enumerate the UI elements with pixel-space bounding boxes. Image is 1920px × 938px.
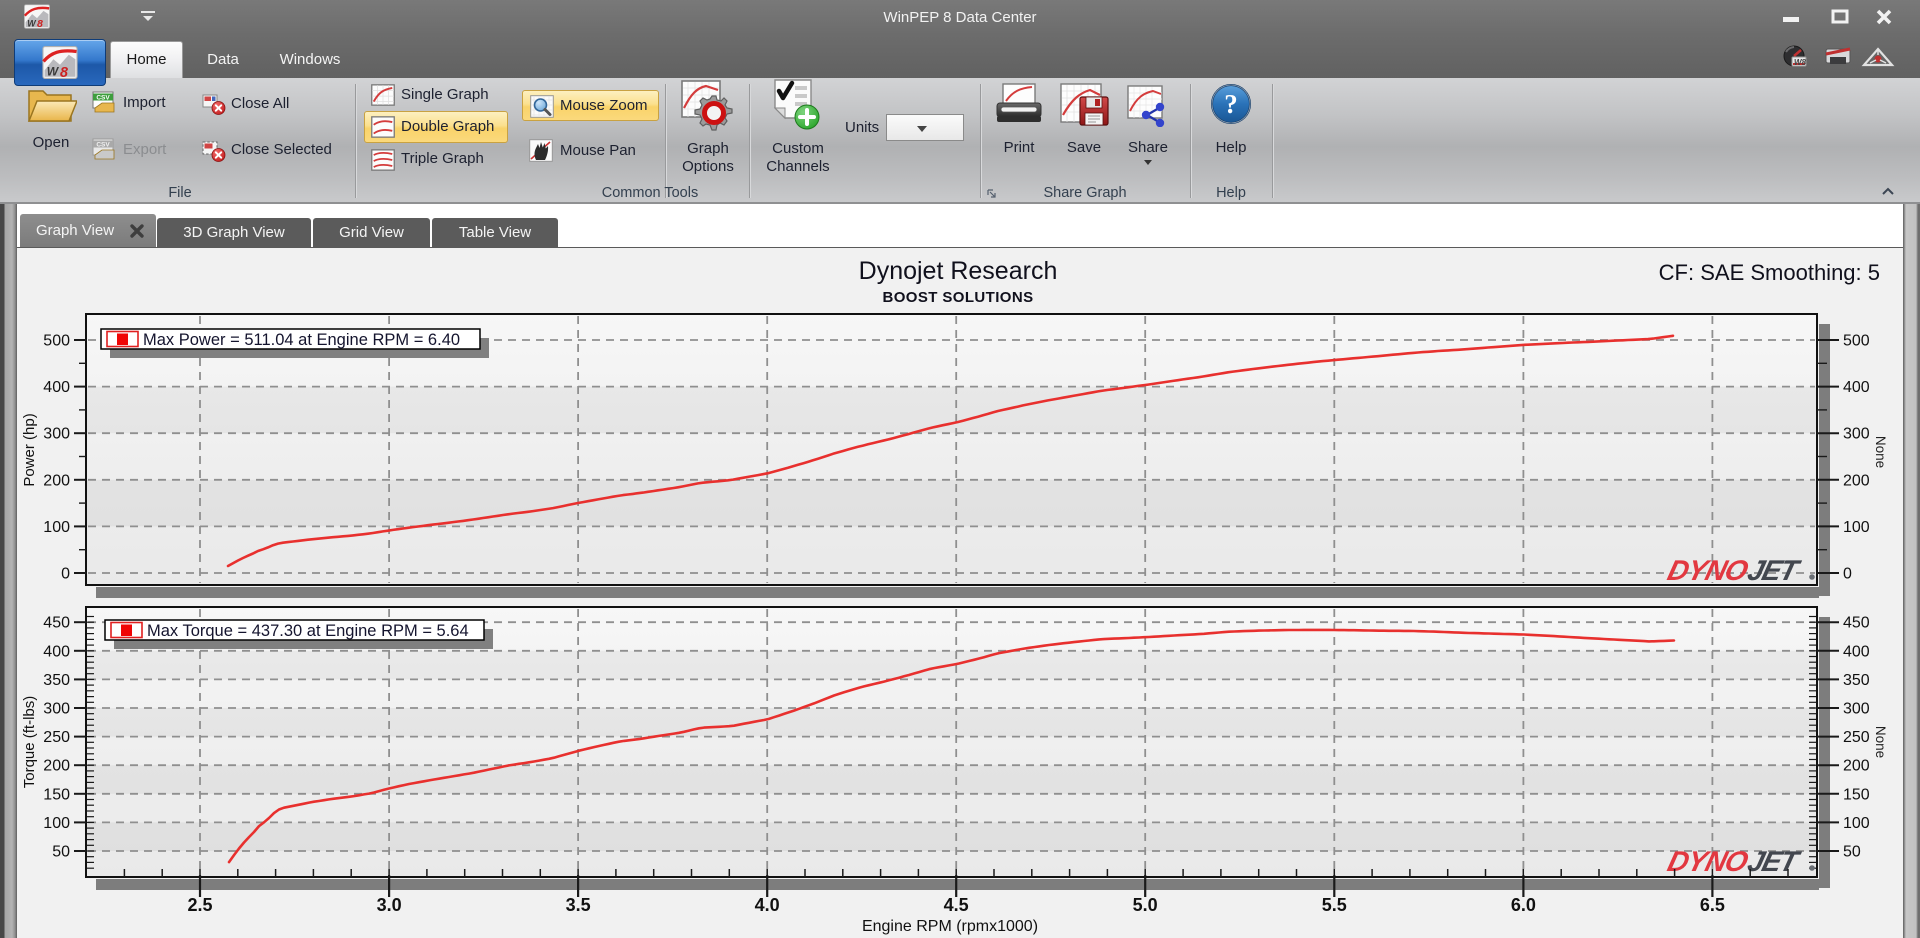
svg-text:4.5: 4.5: [944, 895, 969, 915]
svg-text:DYNO: DYNO: [1664, 846, 1752, 878]
svg-text:None: None: [1873, 436, 1888, 468]
svg-text:6.0: 6.0: [1511, 895, 1536, 915]
svg-text:2.5: 2.5: [187, 895, 212, 915]
svg-text:100: 100: [1843, 519, 1870, 536]
svg-text:5.5: 5.5: [1322, 895, 1347, 915]
svg-text:DYNO: DYNO: [1664, 555, 1752, 587]
svg-text:200: 200: [43, 758, 70, 775]
svg-text:Max Torque = 437.30 at Engine: Max Torque = 437.30 at Engine RPM = 5.64: [147, 622, 469, 640]
svg-text:100: 100: [1843, 815, 1870, 832]
svg-text:350: 350: [43, 672, 70, 689]
svg-text:CF: SAE Smoothing: 5: CF: SAE Smoothing: 5: [1659, 260, 1880, 285]
svg-text:BOOST SOLUTIONS: BOOST SOLUTIONS: [882, 289, 1033, 306]
svg-text:Engine RPM (rpmx1000): Engine RPM (rpmx1000): [862, 918, 1038, 935]
svg-text:450: 450: [43, 615, 70, 632]
svg-text:500: 500: [43, 333, 70, 350]
svg-text:400: 400: [43, 379, 70, 396]
svg-text:100: 100: [43, 519, 70, 536]
svg-text:3.0: 3.0: [377, 895, 402, 915]
svg-text:W: W: [47, 65, 60, 79]
svg-text:W8: W8: [1794, 58, 1807, 67]
svg-text:5.0: 5.0: [1133, 895, 1158, 915]
svg-text:400: 400: [1843, 643, 1870, 660]
svg-text:250: 250: [43, 729, 70, 746]
svg-text:100: 100: [43, 815, 70, 832]
svg-text:?: ?: [1224, 89, 1238, 119]
svg-text:0: 0: [1843, 566, 1852, 583]
svg-text:200: 200: [43, 472, 70, 489]
svg-text:150: 150: [1843, 786, 1870, 803]
svg-text:0: 0: [61, 566, 70, 583]
svg-text:Power (hp): Power (hp): [21, 413, 38, 486]
svg-text:Dynojet Research: Dynojet Research: [859, 257, 1058, 285]
svg-text:3.5: 3.5: [566, 895, 591, 915]
svg-text:150: 150: [43, 786, 70, 803]
svg-text:4.0: 4.0: [755, 895, 780, 915]
svg-text:400: 400: [1843, 379, 1870, 396]
svg-text:CSV: CSV: [96, 95, 110, 102]
svg-text:300: 300: [1843, 426, 1870, 443]
svg-text:300: 300: [43, 426, 70, 443]
svg-text:300: 300: [1843, 701, 1870, 718]
svg-text:250: 250: [1843, 729, 1870, 746]
svg-text:300: 300: [43, 701, 70, 718]
svg-text:CSV: CSV: [96, 142, 110, 149]
svg-text:50: 50: [1843, 844, 1861, 861]
svg-text:350: 350: [1843, 672, 1870, 689]
svg-text:200: 200: [1843, 472, 1870, 489]
svg-text:450: 450: [1843, 615, 1870, 632]
svg-text:6.5: 6.5: [1700, 895, 1725, 915]
svg-text:500: 500: [1843, 333, 1870, 350]
svg-text:200: 200: [1843, 758, 1870, 775]
svg-text:8: 8: [60, 65, 68, 79]
svg-text:Max Power = 511.04 at Engine R: Max Power = 511.04 at Engine RPM = 6.40: [143, 331, 460, 349]
svg-text:None: None: [1873, 726, 1888, 758]
svg-text:Torque (ft-lbs): Torque (ft-lbs): [21, 696, 38, 789]
svg-text:400: 400: [43, 643, 70, 660]
svg-text:50: 50: [52, 844, 70, 861]
